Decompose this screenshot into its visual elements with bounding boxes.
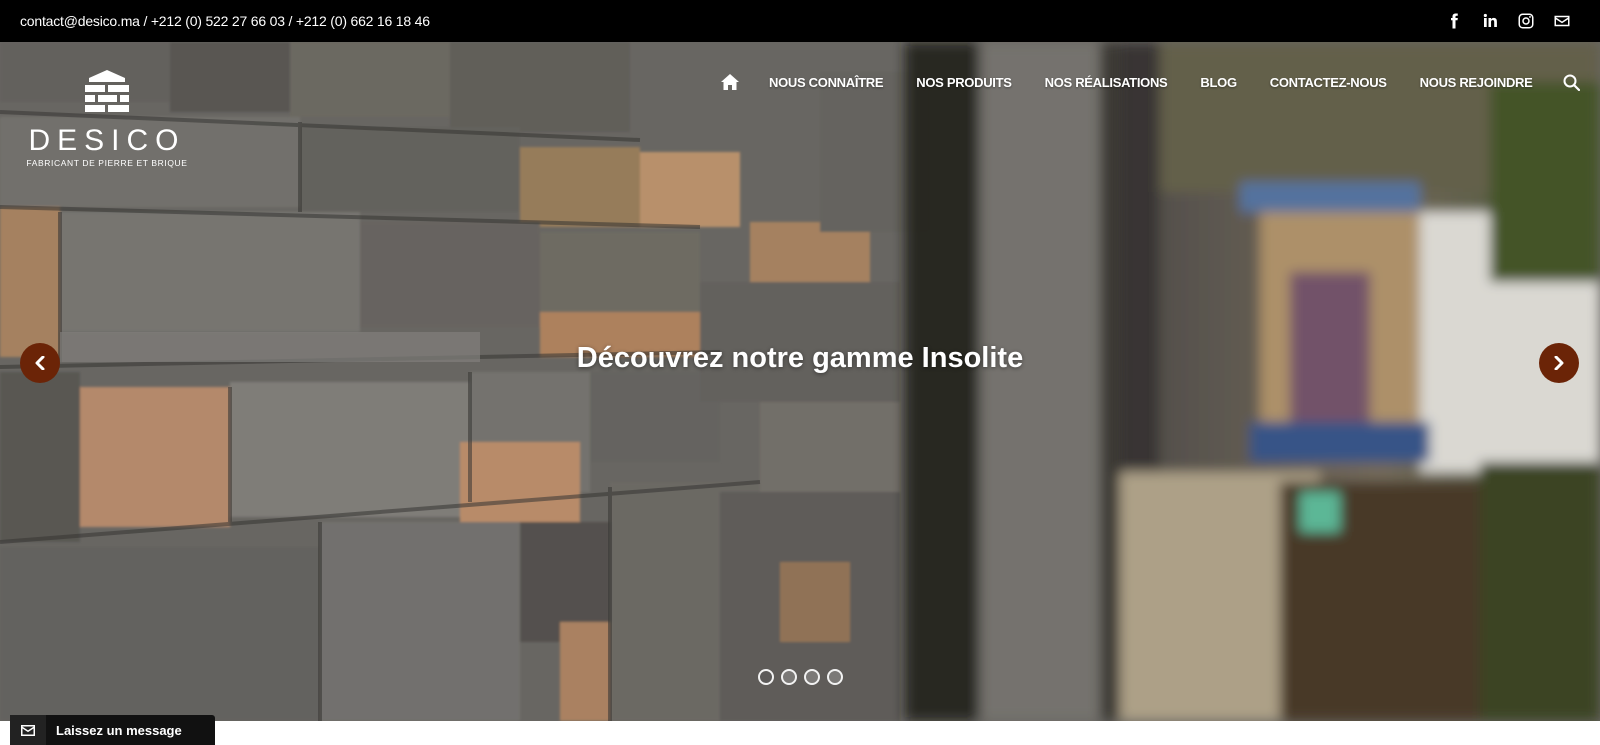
slider-pagination (758, 669, 843, 685)
brick-logo-icon (85, 70, 129, 112)
linkedin-link[interactable] (1472, 0, 1508, 42)
instagram-icon (1518, 13, 1534, 29)
slider-dot-4[interactable] (827, 669, 843, 685)
nav-item-nos-produits[interactable]: NOS PRODUITS (900, 75, 1028, 90)
linkedin-icon (1483, 13, 1497, 27)
facebook-link[interactable] (1436, 0, 1472, 42)
slider-dot-1[interactable] (758, 669, 774, 685)
slider-dot-3[interactable] (804, 669, 820, 685)
email-link[interactable] (1544, 0, 1580, 42)
envelope-icon (1554, 15, 1570, 27)
nav-home[interactable] (707, 74, 753, 90)
slide-caption: Découvrez notre gamme Insolite (576, 342, 1024, 374)
nav-item-nous-rejoindre[interactable]: NOUS REJOINDRE (1403, 75, 1549, 90)
site-logo[interactable]: DESICO FABRICANT DE PIERRE ET BRIQUE (22, 68, 192, 178)
search-icon (1563, 74, 1580, 91)
hero-slider: DESICO FABRICANT DE PIERRE ET BRIQUE NOU… (0, 42, 1600, 721)
main-nav: NOUS CONNAÎTRE NOS PRODUITS NOS RÉALISAT… (707, 62, 1600, 102)
nav-item-contactez-nous[interactable]: CONTACTEZ-NOUS (1253, 75, 1403, 90)
leave-message-label: Laissez un message (56, 722, 182, 738)
top-bar: contact@desico.ma / +212 (0) 522 27 66 0… (0, 0, 1600, 42)
instagram-link[interactable] (1508, 0, 1544, 42)
envelope-icon (21, 724, 35, 736)
chevron-right-icon (1554, 356, 1564, 370)
hero-background-image (0, 42, 1600, 721)
social-links (1436, 0, 1580, 42)
nav-item-nos-realisations[interactable]: NOS RÉALISATIONS (1028, 75, 1184, 90)
chevron-left-icon (35, 356, 45, 370)
leave-message-widget[interactable]: Laissez un message (10, 715, 215, 745)
slider-prev-button[interactable] (20, 343, 60, 383)
search-button[interactable] (1549, 74, 1600, 91)
message-icon-wrap (10, 715, 46, 745)
nav-item-blog[interactable]: BLOG (1184, 75, 1253, 90)
facebook-icon (1451, 13, 1458, 29)
slider-dot-2[interactable] (781, 669, 797, 685)
logo-name: DESICO (28, 124, 186, 157)
contact-info: contact@desico.ma / +212 (0) 522 27 66 0… (20, 13, 430, 29)
home-icon (720, 74, 739, 90)
logo-tagline: FABRICANT DE PIERRE ET BRIQUE (26, 158, 188, 168)
slider-next-button[interactable] (1539, 343, 1579, 383)
nav-item-nous-connaitre[interactable]: NOUS CONNAÎTRE (753, 75, 900, 90)
